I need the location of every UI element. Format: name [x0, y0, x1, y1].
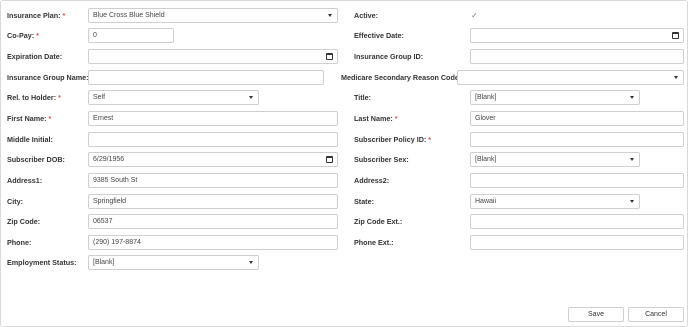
- medicare-secondary-reason-select[interactable]: [457, 70, 684, 85]
- subscriber-sex-value: [Blank]: [475, 156, 497, 163]
- middle-initial-label: Middle Initial:: [7, 135, 53, 144]
- insurance-form-panel: Insurance Plan: * Blue Cross Blue Shield…: [0, 0, 688, 327]
- subscriber-dob-input[interactable]: 6/29/1956: [88, 152, 338, 167]
- state-label: State:: [354, 197, 374, 206]
- required-marker: *: [36, 31, 39, 40]
- state-value: Hawaii: [475, 198, 497, 205]
- last-name-label-text: Last Name:: [354, 114, 393, 123]
- calendar-icon[interactable]: [326, 156, 333, 163]
- required-marker: *: [58, 93, 61, 102]
- rel-to-holder-label: Rel. to Holder: *: [7, 93, 61, 103]
- subscriber-sex-select[interactable]: [Blank]: [470, 152, 640, 167]
- subscriber-dob-label: Subscriber DOB:: [7, 155, 65, 164]
- zip-code-ext-label: Zip Code Ext.:: [354, 217, 403, 226]
- last-name-input[interactable]: Glover: [470, 111, 684, 126]
- rel-to-holder-select[interactable]: Self: [88, 90, 259, 105]
- required-marker: *: [428, 135, 432, 144]
- address2-input[interactable]: [470, 173, 684, 188]
- employment-status-value: [Blank]: [93, 259, 115, 266]
- expiration-date-input[interactable]: [88, 49, 338, 64]
- save-button[interactable]: Save: [568, 307, 624, 322]
- insurance-group-name-label: Insurance Group Name:: [7, 73, 89, 82]
- copay-input[interactable]: 0: [88, 28, 174, 43]
- chevron-down-icon: [249, 261, 253, 264]
- rel-to-holder-label-text: Rel. to Holder:: [7, 93, 57, 102]
- required-marker: *: [62, 11, 66, 20]
- expiration-date-label: Expiration Date:: [7, 52, 63, 61]
- title-label: Title:: [354, 93, 372, 102]
- insurance-group-id-label: Insurance Group ID:: [354, 52, 424, 61]
- insurance-group-id-input[interactable]: [470, 49, 684, 64]
- active-checkbox[interactable]: ✓: [470, 11, 479, 20]
- title-select[interactable]: [Blank]: [470, 90, 640, 105]
- calendar-icon[interactable]: [326, 53, 333, 60]
- first-name-label-text: First Name:: [7, 114, 47, 123]
- chevron-down-icon: [328, 14, 332, 17]
- first-name-label: First Name: *: [7, 114, 51, 124]
- cancel-button[interactable]: Cancel: [628, 307, 684, 322]
- effective-date-label: Effective Date:: [354, 31, 404, 40]
- insurance-group-name-input[interactable]: [88, 70, 324, 85]
- copay-label-text: Co-Pay:: [7, 31, 35, 40]
- chevron-down-icon: [630, 200, 634, 203]
- copay-label: Co-Pay: *: [7, 31, 39, 41]
- zip-code-ext-input[interactable]: [470, 214, 684, 229]
- required-marker: *: [394, 114, 398, 123]
- insurance-plan-label: Insurance Plan: *: [7, 11, 65, 21]
- zip-code-label: Zip Code:: [7, 217, 41, 226]
- first-name-input[interactable]: Ernest: [88, 111, 338, 126]
- subscriber-policy-id-label-text: Subscriber Policy ID:: [354, 135, 427, 144]
- subscriber-policy-id-input[interactable]: [470, 132, 684, 147]
- city-input[interactable]: Springfield: [88, 194, 338, 209]
- state-select[interactable]: Hawaii: [470, 194, 640, 209]
- required-marker: *: [48, 114, 52, 123]
- phone-ext-input[interactable]: [470, 235, 684, 250]
- effective-date-input[interactable]: [470, 28, 684, 43]
- subscriber-policy-id-label: Subscriber Policy ID: *: [354, 135, 431, 145]
- city-label: City:: [7, 197, 23, 206]
- calendar-icon[interactable]: [672, 32, 679, 39]
- chevron-down-icon: [249, 96, 253, 99]
- subscriber-dob-value: 6/29/1956: [93, 156, 125, 163]
- insurance-plan-label-text: Insurance Plan:: [7, 11, 61, 20]
- title-value: [Blank]: [475, 94, 497, 101]
- middle-initial-input[interactable]: [88, 132, 338, 147]
- employment-status-select[interactable]: [Blank]: [88, 255, 259, 270]
- insurance-plan-select[interactable]: Blue Cross Blue Shield: [88, 8, 338, 23]
- medicare-secondary-reason-label: Medicare Secondary Reason Code:: [341, 73, 462, 82]
- employment-status-label: Employment Status:: [7, 258, 77, 267]
- address2-label: Address2:: [354, 176, 390, 185]
- zip-code-input[interactable]: 06537: [88, 214, 338, 229]
- chevron-down-icon: [630, 96, 634, 99]
- active-label: Active:: [354, 11, 378, 20]
- address1-label: Address1:: [7, 176, 43, 185]
- chevron-down-icon: [674, 76, 678, 79]
- rel-to-holder-value: Self: [93, 94, 106, 101]
- address1-input[interactable]: 9385 South St: [88, 173, 338, 188]
- last-name-label: Last Name: *: [354, 114, 398, 124]
- insurance-plan-value: Blue Cross Blue Shield: [93, 12, 165, 19]
- phone-label: Phone:: [7, 238, 32, 247]
- chevron-down-icon: [630, 158, 634, 161]
- phone-ext-label: Phone Ext.:: [354, 238, 394, 247]
- subscriber-sex-label: Subscriber Sex:: [354, 155, 409, 164]
- phone-input[interactable]: (290) 197-8874: [88, 235, 338, 250]
